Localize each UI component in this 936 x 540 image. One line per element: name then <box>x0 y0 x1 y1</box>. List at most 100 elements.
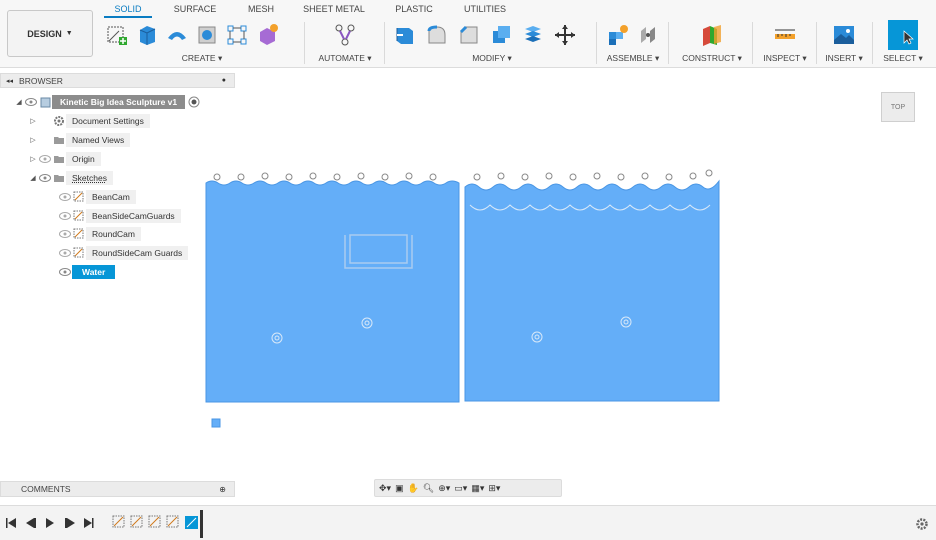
automate-group-label[interactable]: AUTOMATE <box>318 53 364 63</box>
sketch-item-beansidecamguards[interactable]: BeanSideCamGuards <box>58 208 181 224</box>
tab-solid[interactable]: SOLID <box>104 0 152 18</box>
tree-item-label: Document Settings <box>66 114 150 128</box>
eye-icon[interactable] <box>58 192 72 202</box>
create-form-icon[interactable] <box>254 22 280 48</box>
sketch-feature-icon[interactable] <box>166 515 180 529</box>
zoom-icon[interactable]: 🔍︎ <box>423 483 434 494</box>
chamfer-icon[interactable] <box>456 22 482 48</box>
browser-header[interactable]: ◂◂ BROWSER ● <box>0 73 235 88</box>
create-group-label[interactable]: CREATE <box>182 53 216 63</box>
browser-item-named-views[interactable]: ▷ Named Views <box>28 132 131 148</box>
expand-triangle-icon[interactable]: ◢ <box>14 98 24 106</box>
pattern-icon[interactable] <box>224 22 250 48</box>
shell-icon[interactable] <box>488 22 514 48</box>
toolbar: DESIGN ▼ SOLID SURFACE MESH SHEET METAL … <box>0 0 936 68</box>
root-label: Kinetic Big Idea Sculpture v1 <box>52 95 186 109</box>
active-sketch-feature-icon[interactable] <box>184 515 200 531</box>
browser-item-sketches[interactable]: ◢ Sketches <box>28 170 113 186</box>
new-component-icon[interactable] <box>605 22 631 48</box>
collapse-icon[interactable]: ◂◂ <box>6 77 13 85</box>
joint-icon[interactable] <box>635 22 661 48</box>
inspect-group-label[interactable]: INSPECT <box>763 53 800 63</box>
tree-item-label: Sketches <box>66 171 113 185</box>
tab-mesh[interactable]: MESH <box>238 0 284 18</box>
select-group-label[interactable]: SELECT <box>883 53 916 63</box>
display-settings-icon[interactable]: ▭▾ <box>454 483 467 494</box>
hole-icon[interactable] <box>194 22 220 48</box>
expand-triangle-icon[interactable]: ◢ <box>28 174 38 182</box>
grid-icon[interactable]: ▦▾ <box>471 483 484 494</box>
comments-panel[interactable]: COMMENTS ⊕ <box>0 481 235 497</box>
design-workspace-button[interactable]: DESIGN ▼ <box>7 10 93 57</box>
water-sketch-profile-right[interactable] <box>464 179 720 402</box>
eye-icon[interactable] <box>38 173 52 183</box>
select-cursor-icon[interactable] <box>888 20 918 50</box>
navigation-bar: ✥▾ ▣ ✋ 🔍︎ ⊕▾ ▭▾ ▦▾ ⊞▾ <box>374 479 562 497</box>
fillet-icon[interactable] <box>424 22 450 48</box>
insert-group-label[interactable]: INSERT <box>825 53 856 63</box>
assemble-group-label[interactable]: ASSEMBLE <box>607 53 653 63</box>
folder-icon <box>52 173 66 183</box>
orbit-icon[interactable]: ✥▾ <box>379 483 391 494</box>
sketch-canvas[interactable] <box>200 165 730 435</box>
folder-icon <box>52 135 66 145</box>
tree-item-label: RoundSideCam Guards <box>86 246 189 260</box>
eye-icon[interactable] <box>24 97 38 107</box>
offset-plane-icon[interactable] <box>699 22 725 48</box>
revolve-icon[interactable] <box>164 22 190 48</box>
sketch-feature-icon[interactable] <box>148 515 162 529</box>
comments-title: COMMENTS <box>21 484 71 494</box>
timeline-marker[interactable] <box>200 510 203 538</box>
eye-icon[interactable] <box>58 267 72 277</box>
measure-icon[interactable] <box>772 22 798 48</box>
add-comment-icon[interactable]: ⊕ <box>219 485 226 494</box>
tab-surface[interactable]: SURFACE <box>152 0 238 18</box>
modify-group-label[interactable]: MODIFY <box>472 53 505 63</box>
timeline-controls[interactable] <box>6 517 102 529</box>
tab-plastic[interactable]: PLASTIC <box>384 0 444 18</box>
design-label: DESIGN <box>27 28 62 39</box>
pan-icon[interactable]: ✋ <box>408 483 419 494</box>
timeline-settings-gear-icon[interactable] <box>915 517 929 531</box>
folder-icon <box>52 154 66 164</box>
sketch-item-water[interactable]: Water <box>58 264 116 280</box>
eye-icon[interactable] <box>38 154 52 164</box>
tree-item-label: Water <box>72 265 116 279</box>
automate-icon[interactable] <box>332 22 358 48</box>
expand-triangle-icon[interactable]: ▷ <box>28 136 38 144</box>
zoom-window-icon[interactable]: ⊕▾ <box>438 483 450 494</box>
eye-icon[interactable] <box>58 211 72 221</box>
combine-icon[interactable] <box>520 22 546 48</box>
sketch-item-beancam[interactable]: BeanCam <box>58 189 136 205</box>
toolbar-separator <box>752 22 753 64</box>
toolbar-separator <box>668 22 669 64</box>
look-at-icon[interactable]: ▣ <box>395 483 404 494</box>
viewcube-label: TOP <box>890 103 906 111</box>
eye-icon[interactable] <box>58 248 72 258</box>
browser-root-item[interactable]: ◢ Kinetic Big Idea Sculpture v1 <box>14 94 201 110</box>
extrude-icon[interactable] <box>134 22 160 48</box>
expand-triangle-icon[interactable]: ▷ <box>28 155 38 163</box>
browser-item-document-settings[interactable]: ▷ Document Settings <box>28 113 150 129</box>
water-sketch-profile-left[interactable] <box>205 180 460 403</box>
pin-icon[interactable]: ● <box>222 77 226 84</box>
sketch-item-roundcam[interactable]: RoundCam <box>58 226 141 242</box>
create-sketch-icon[interactable] <box>104 22 130 48</box>
viewports-icon[interactable]: ⊞▾ <box>488 483 500 494</box>
sketch-origin-marker <box>211 418 221 428</box>
expand-triangle-icon[interactable]: ▷ <box>28 117 38 125</box>
press-pull-icon[interactable] <box>392 22 418 48</box>
viewcube[interactable]: TOP <box>881 92 915 122</box>
construct-group-label[interactable]: CONSTRUCT <box>682 53 735 63</box>
tab-sheet-metal[interactable]: SHEET METAL <box>284 0 384 18</box>
move-icon[interactable] <box>552 22 578 48</box>
browser-item-origin[interactable]: ▷ Origin <box>28 151 101 167</box>
insert-image-icon[interactable] <box>831 22 857 48</box>
sketch-feature-icon[interactable] <box>130 515 144 529</box>
sketch-feature-icon[interactable] <box>112 515 126 529</box>
tab-utilities[interactable]: UTILITIES <box>444 0 526 18</box>
eye-icon[interactable] <box>58 229 72 239</box>
insert-group: INSERT ▾ <box>820 20 868 66</box>
radio-icon[interactable] <box>187 96 201 108</box>
sketch-item-roundsidecam-guards[interactable]: RoundSideCam Guards <box>58 245 189 261</box>
